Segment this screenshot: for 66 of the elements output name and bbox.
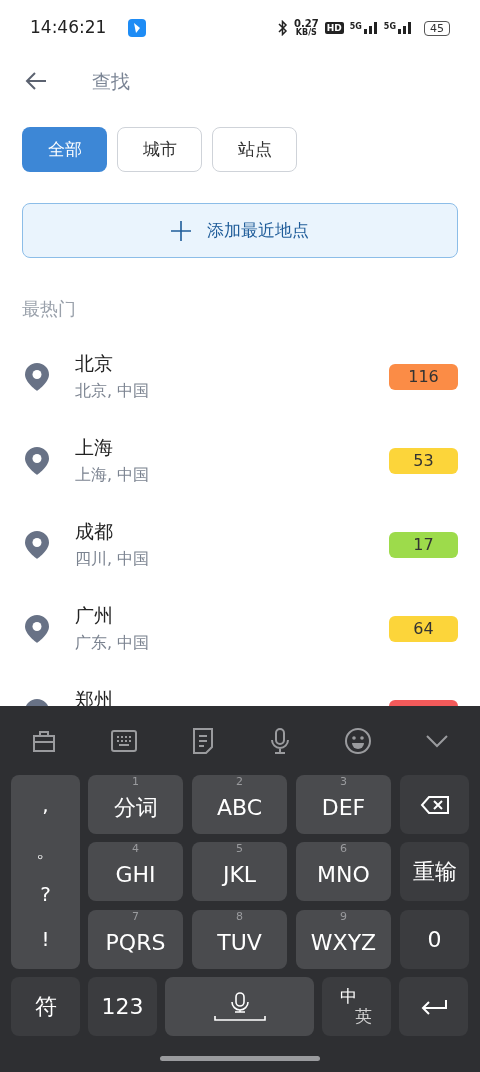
key[interactable]: 4 GHI [88, 842, 183, 902]
key-digit: 4 [131, 843, 140, 856]
signal-icon [363, 22, 378, 34]
network-speed: 0.27 [294, 19, 319, 28]
add-location-button[interactable]: 添加最近地点 [22, 203, 458, 258]
battery-indicator: 45 [424, 20, 450, 36]
network-type: 5G [383, 22, 396, 31]
key-digit: 9 [339, 910, 348, 923]
key[interactable]: 0 [400, 909, 469, 969]
region-text: 广东, 中国 [75, 632, 150, 654]
region-text: 北京, 中国 [75, 380, 150, 402]
enter-key[interactable] [399, 977, 468, 1036]
key-digit: 6 [339, 843, 348, 856]
backspace-icon [419, 794, 450, 815]
key[interactable]: 5 JKL [192, 842, 287, 902]
key-digit: 3 [339, 776, 348, 788]
city-name: 北京 [75, 351, 114, 376]
clock: 14:46:21 [30, 16, 107, 40]
key[interactable]: 符 [11, 977, 80, 1036]
language-switch-key[interactable]: 中 英 [322, 977, 391, 1036]
key[interactable]: 6 MNO [296, 842, 391, 902]
key[interactable]: 重输 [400, 842, 469, 902]
city-name: 广州 [75, 603, 114, 628]
key[interactable]: 8 TUV [192, 909, 287, 969]
key[interactable]: 7 PQRS [88, 909, 183, 969]
city-name: 上海 [75, 435, 114, 460]
aqi-badge: 64 [389, 616, 458, 642]
region-text: 四川, 中国 [75, 548, 150, 570]
keyboard-icon[interactable] [110, 727, 138, 754]
key[interactable]: 1 分词 [88, 775, 183, 834]
filter-tab[interactable]: 站点 [212, 127, 297, 172]
region-text: 上海, 中国 [75, 464, 150, 486]
key[interactable]: 2 ABC [192, 775, 287, 834]
signal-icon [398, 22, 412, 34]
key-digit: 7 [131, 910, 140, 923]
key-digit: 8 [235, 910, 244, 923]
network-type: 5G [349, 22, 362, 31]
city-name: 成都 [75, 519, 114, 544]
emoji-icon[interactable] [343, 726, 372, 755]
back-icon[interactable] [24, 71, 48, 91]
enter-icon [419, 998, 448, 1015]
filter-tab[interactable]: 全部 [22, 127, 107, 172]
section-title: 最热门 [21, 297, 77, 321]
speed-unit: KB/S [295, 28, 317, 37]
key-digit: 1 [131, 776, 140, 788]
key-digit: 2 [235, 776, 244, 788]
filter-tab[interactable]: 城市 [117, 127, 202, 172]
key[interactable]: 3 DEF [296, 775, 391, 834]
aqi-badge: 17 [389, 532, 458, 558]
page-title: 查找 [92, 68, 130, 94]
clipboard-icon[interactable] [191, 726, 216, 755]
collapse-icon[interactable] [425, 733, 450, 748]
space-key[interactable] [165, 977, 314, 1036]
key[interactable]: 9 WXYZ [296, 909, 391, 969]
hd-indicator: HD [324, 22, 344, 34]
plus-icon [171, 220, 191, 241]
backspace-key[interactable] [400, 775, 469, 834]
punctuation-key[interactable]: , 。 ? ! [11, 775, 80, 969]
aqi-badge: 53 [389, 448, 458, 474]
key-digit: 5 [235, 843, 244, 856]
bluetooth-icon [278, 20, 288, 36]
app-icon [128, 19, 147, 37]
microphone-icon[interactable] [268, 726, 291, 755]
aqi-badge: 116 [389, 364, 458, 390]
space-microphone-icon [212, 990, 267, 1023]
key[interactable]: 123 [88, 977, 157, 1036]
